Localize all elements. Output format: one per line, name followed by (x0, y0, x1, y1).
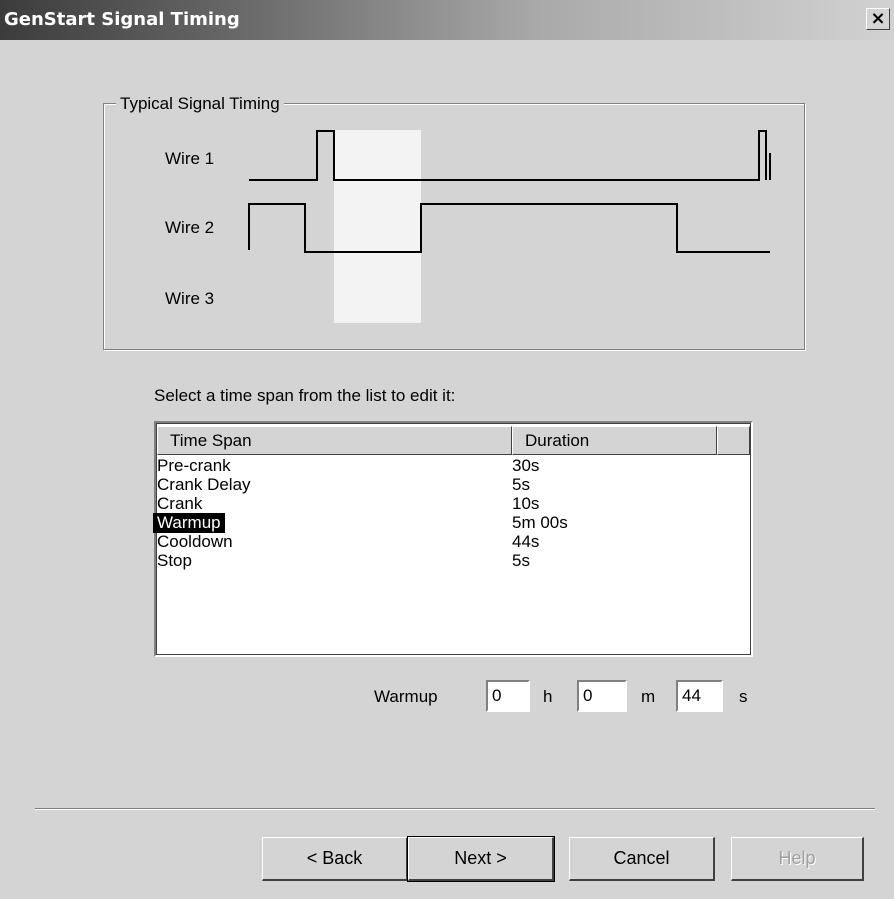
signal-timing-dialog: GenStart Signal Timing × Typical Signal … (0, 0, 894, 899)
time-span-cell: Crank (157, 494, 203, 513)
column-header-duration[interactable]: Duration (512, 426, 717, 455)
seconds-unit: s (739, 687, 748, 706)
separator-line (35, 808, 875, 810)
time-span-cell: Warmup (153, 513, 225, 533)
time-span-cell: Pre-crank (157, 456, 231, 475)
duration-cell: 5s (512, 475, 530, 494)
duration-cell: 10s (512, 494, 540, 513)
selected-span-highlight (334, 130, 421, 323)
time-span-cell: Crank Delay (157, 475, 251, 494)
wire-2-label: Wire 2 (165, 218, 215, 237)
next-button[interactable]: Next > (407, 836, 555, 882)
time-span-list[interactable]: Time Span Duration Pre-crank 30s Crank D… (153, 421, 753, 657)
minutes-unit: m (641, 687, 656, 706)
hours-unit: h (543, 687, 553, 706)
cancel-button[interactable]: Cancel (569, 837, 715, 881)
duration-cell: 44s (512, 532, 540, 551)
span-editor-label: Warmup (374, 687, 438, 706)
help-button[interactable]: Help (731, 837, 864, 881)
column-header-label: Time Span (170, 431, 252, 450)
minutes-input[interactable] (577, 680, 627, 712)
column-header-empty (717, 426, 750, 455)
wire-2-signal (248, 203, 770, 253)
time-span-cell: Cooldown (157, 532, 233, 551)
back-button[interactable]: < Back (262, 837, 408, 881)
column-header-label: Duration (525, 431, 590, 450)
wire-3-label: Wire 3 (165, 289, 215, 308)
time-span-cell: Stop (157, 551, 192, 570)
hours-input[interactable] (486, 680, 530, 712)
duration-cell: 5s (512, 551, 530, 570)
wire-1-signal (249, 130, 767, 181)
duration-cell: 5m 00s (512, 513, 568, 532)
instruction-text: Select a time span from the list to edit… (154, 386, 456, 405)
column-header-time-span[interactable]: Time Span (157, 426, 512, 455)
wire-1-label: Wire 1 (165, 149, 215, 168)
seconds-input[interactable] (676, 680, 723, 712)
duration-cell: 30s (512, 456, 540, 475)
